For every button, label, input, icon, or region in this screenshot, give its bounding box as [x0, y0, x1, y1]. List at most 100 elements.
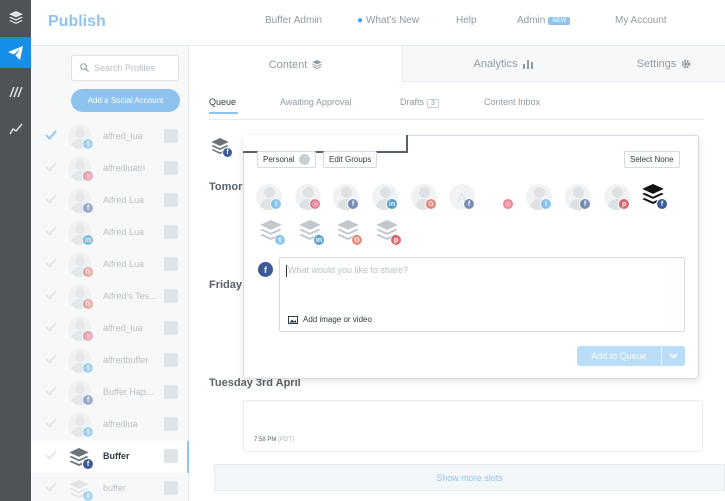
subtab-queue[interactable]: Queue	[209, 97, 236, 107]
drag-handle[interactable]	[164, 257, 178, 271]
chevron-down-icon	[669, 353, 678, 359]
facebook-icon: f	[463, 198, 475, 210]
subtab-awaiting-approval[interactable]: Awaiting Approval	[280, 97, 351, 107]
composer-editor[interactable]: Add image or video	[279, 257, 685, 332]
profile-name: Buffer	[103, 451, 130, 461]
check-icon[interactable]	[45, 481, 57, 493]
profile-row[interactable]: f Buffer	[31, 441, 189, 473]
profile-row[interactable]: in Alfred Lua	[31, 217, 188, 249]
drag-handle[interactable]	[164, 193, 178, 207]
topnav-help[interactable]: Help	[456, 15, 477, 26]
profile-name: alfredbuffer	[103, 355, 149, 365]
button-separator	[661, 346, 662, 366]
profile-row[interactable]: G Alfred's Tes...	[31, 281, 188, 313]
publish-rail-button[interactable]	[0, 37, 31, 68]
twitter-icon: t	[82, 362, 94, 374]
instagram-icon: ◎	[502, 198, 514, 210]
profile-row[interactable]: f Buffer Hap...	[31, 377, 188, 409]
check-icon[interactable]	[45, 161, 57, 173]
google-plus-icon: G	[82, 266, 94, 278]
profile-name: alfred_lua	[103, 131, 143, 141]
twitter-icon: t	[82, 426, 94, 438]
new-badge: NEW	[548, 17, 571, 25]
drag-handle[interactable]	[164, 385, 178, 399]
group-chip-personal[interactable]: Personal	[257, 151, 316, 168]
check-icon[interactable]	[45, 385, 57, 397]
search-input[interactable]	[94, 60, 174, 76]
analytics-rail-button[interactable]	[0, 113, 31, 144]
add-social-account-button[interactable]: Add a Social Account	[71, 89, 180, 112]
check-icon[interactable]	[45, 353, 57, 365]
drag-handle[interactable]	[164, 321, 178, 335]
topnav-admin[interactable]: Admin NEW	[517, 15, 571, 26]
subtab-drafts[interactable]: Drafts 3	[400, 97, 439, 108]
check-icon[interactable]	[45, 321, 57, 333]
bar-chart-icon	[522, 60, 533, 69]
topnav-my-account[interactable]: My Account	[615, 15, 667, 26]
profile-name: Alfred's Tes...	[103, 291, 157, 301]
slot-time: 7:58 PM (PDT)	[254, 437, 295, 443]
new-dot-icon: ●	[357, 15, 364, 26]
layers-icon	[8, 11, 23, 24]
select-none-button[interactable]: Select None	[624, 151, 680, 168]
check-icon[interactable]	[45, 449, 57, 461]
facebook-icon: f	[82, 202, 94, 214]
subtab-active-underline	[209, 112, 238, 114]
tab-content[interactable]: Content	[189, 46, 403, 83]
top-bar: Publish Buffer Admin ● What's New Help Ad…	[31, 0, 725, 46]
search-icon	[80, 63, 89, 72]
check-icon[interactable]	[45, 225, 57, 237]
tab-analytics[interactable]: Analytics	[403, 46, 603, 82]
share-text-input[interactable]	[288, 265, 668, 305]
profile-row[interactable]: f Alfred Lua	[31, 185, 188, 217]
profile-name: alfredlua	[103, 419, 138, 429]
topnav-whats-new[interactable]: ● What's New	[357, 15, 419, 26]
edit-groups-button[interactable]: Edit Groups	[323, 151, 378, 168]
drag-handle[interactable]	[164, 481, 178, 495]
reply-rail-button[interactable]	[0, 76, 31, 107]
left-rail	[0, 0, 31, 501]
facebook-icon: f	[579, 198, 591, 210]
reply-icon	[8, 86, 23, 97]
tab-settings[interactable]: Settings	[603, 46, 725, 82]
profile-row[interactable]: ◎ alfredluatri	[31, 153, 188, 185]
paper-plane-icon	[8, 45, 23, 60]
check-icon[interactable]	[45, 417, 57, 429]
publish-app: Publish Buffer Admin ● What's New Help Ad…	[0, 0, 725, 501]
profile-row[interactable]: t alfredlua	[31, 409, 188, 441]
layers-rail-button[interactable]	[0, 2, 31, 33]
instagram-icon: ◎	[82, 330, 94, 342]
facebook-icon: f	[82, 458, 94, 470]
profile-row[interactable]: t alfredbuffer	[31, 345, 188, 377]
drag-handle[interactable]	[164, 225, 178, 239]
subtab-divider	[209, 119, 704, 120]
profile-search[interactable]	[71, 55, 179, 81]
drag-handle[interactable]	[164, 449, 178, 463]
drag-handle[interactable]	[164, 289, 178, 303]
day-heading-tomorrow: Tomor	[209, 181, 243, 193]
profile-name: alfred_lua	[103, 323, 143, 333]
queue-options-dropdown[interactable]	[662, 353, 685, 359]
show-more-slots-button[interactable]: Show more slots	[214, 464, 725, 491]
queue-slot[interactable]: 7:58 PM (PDT)	[243, 400, 703, 452]
add-media-button[interactable]: Add image or video	[288, 315, 372, 324]
check-icon[interactable]	[45, 289, 57, 301]
twitter-icon: t	[540, 198, 552, 210]
linkedin-icon: in	[386, 198, 398, 210]
subtab-content-inbox[interactable]: Content Inbox	[484, 97, 540, 107]
drag-handle[interactable]	[164, 129, 178, 143]
topnav-buffer-admin[interactable]: Buffer Admin	[265, 15, 322, 26]
check-icon[interactable]	[45, 193, 57, 205]
add-to-queue-button[interactable]: Add to Queue	[577, 346, 685, 366]
facebook-icon: f	[222, 147, 233, 158]
profile-row[interactable]: G Alfred Lua	[31, 249, 188, 281]
text-caret	[286, 265, 287, 277]
check-icon[interactable]	[45, 129, 57, 141]
profile-row[interactable]: ◎ alfred_lua	[31, 313, 188, 345]
check-icon[interactable]	[45, 257, 57, 269]
drag-handle[interactable]	[164, 161, 178, 175]
profile-row[interactable]: t alfred_lua	[31, 121, 188, 153]
drag-handle[interactable]	[164, 353, 178, 367]
profile-row[interactable]: t buffer	[31, 473, 188, 501]
drag-handle[interactable]	[164, 417, 178, 431]
